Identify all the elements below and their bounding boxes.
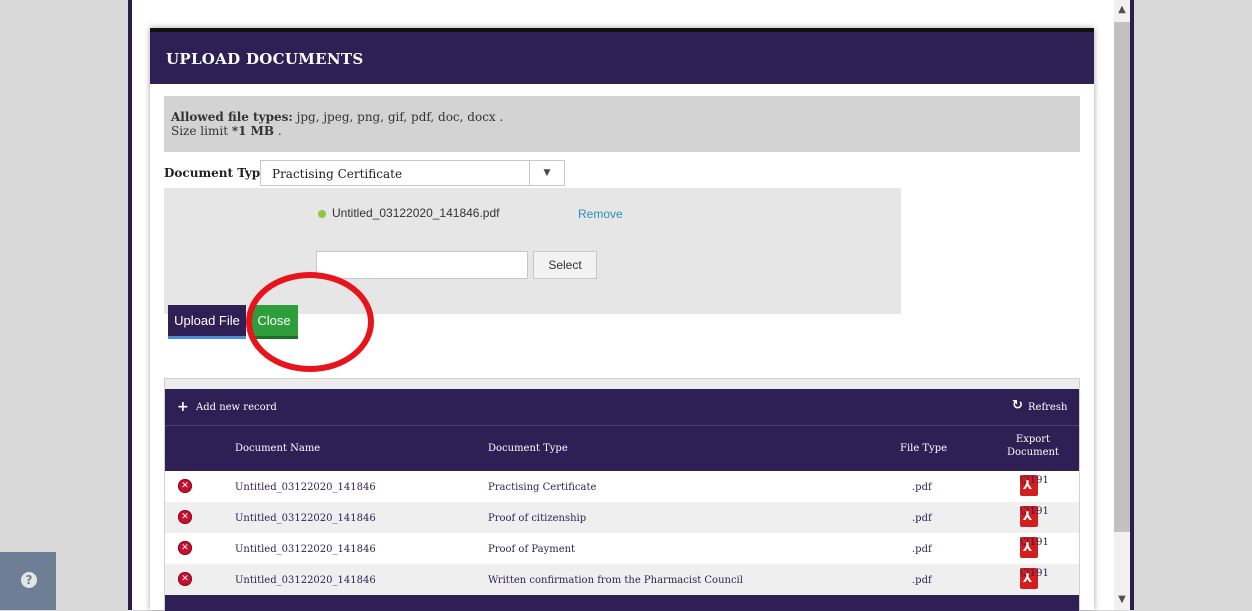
pdf-export-icon[interactable]: ⅄ xyxy=(1020,537,1038,558)
size-limit-suffix: . xyxy=(274,124,282,138)
allowed-file-info: Allowed file types: jpg, jpeg, png, gif,… xyxy=(164,96,1080,152)
upload-file-button[interactable]: Upload File xyxy=(168,305,246,339)
page-background-right xyxy=(1134,0,1252,610)
modal-title: UPLOAD DOCUMENTS xyxy=(166,50,364,68)
allowed-file-types: Allowed file types: jpg, jpeg, png, gif,… xyxy=(171,110,503,124)
page-background-left xyxy=(0,0,128,610)
refresh-icon[interactable]: ↻ xyxy=(1012,398,1023,413)
select-file-button[interactable]: Select xyxy=(533,251,597,279)
delete-x-icon[interactable]: ✕ xyxy=(178,510,192,524)
uploaded-file-name: Untitled_03122020_141846.pdf xyxy=(332,206,500,220)
document-type-cell: Proof of citizenship xyxy=(488,513,587,524)
pdf-export-icon[interactable]: ⅄ xyxy=(1020,568,1038,589)
document-name-cell: Untitled_03122020_141846 xyxy=(235,482,376,493)
document-name-cell: Untitled_03122020_141846 xyxy=(235,513,376,524)
grid-footer xyxy=(165,595,1079,611)
scroll-up-arrow-icon[interactable]: ▲ xyxy=(1114,2,1130,18)
dropdown-arrow-icon[interactable]: ▼ xyxy=(529,161,564,185)
pdf-export-icon[interactable]: ⅄ xyxy=(1020,475,1038,496)
allowed-file-types-value: jpg, jpeg, png, gif, pdf, doc, docx . xyxy=(292,110,504,124)
upload-documents-modal: UPLOAD DOCUMENTS Allowed file types: jpg… xyxy=(150,28,1094,611)
column-header-file-type[interactable]: File Type xyxy=(900,443,947,454)
scrollbar-thumb[interactable] xyxy=(1114,22,1130,532)
table-row: ✕ Untitled_03122020_141846 Proof of Paym… xyxy=(165,533,1079,564)
export-header-line2: Document xyxy=(1007,447,1059,458)
document-type-selected: Practising Certificate xyxy=(272,167,403,181)
table-row: ✕ Untitled_03122020_141846 Practising Ce… xyxy=(165,471,1079,502)
document-name-cell: Untitled_03122020_141846 xyxy=(235,544,376,555)
file-type-cell: .pdf xyxy=(912,482,932,493)
pdf-export-icon[interactable]: ⅄ xyxy=(1020,506,1038,527)
document-type-cell: Proof of Payment xyxy=(488,544,576,555)
size-limit-prefix: Size limit xyxy=(171,124,232,138)
plus-icon[interactable]: + xyxy=(177,399,189,415)
table-row: ✕ Untitled_03122020_141846 Written confi… xyxy=(165,564,1079,595)
delete-x-icon[interactable]: ✕ xyxy=(178,541,192,555)
scroll-down-arrow-icon[interactable]: ▼ xyxy=(1114,592,1130,608)
help-button[interactable]: ? xyxy=(0,552,56,610)
file-type-cell: .pdf xyxy=(912,513,932,524)
column-header-document-type[interactable]: Document Type xyxy=(488,443,568,454)
pdf-glyph: ⅄ xyxy=(1023,571,1033,585)
document-type-label: Document Type xyxy=(164,166,268,180)
pdf-glyph: ⅄ xyxy=(1023,478,1033,492)
modal-header: UPLOAD DOCUMENTS xyxy=(150,32,1094,84)
file-type-cell: .pdf xyxy=(912,544,932,555)
document-name-cell: Untitled_03122020_141846 xyxy=(235,575,376,586)
refresh-button[interactable]: Refresh xyxy=(1028,402,1067,413)
document-type-dropdown[interactable]: Practising Certificate ▼ xyxy=(260,160,565,186)
add-new-record-button[interactable]: Add new record xyxy=(196,402,277,413)
table-row: ✕ Untitled_03122020_141846 Proof of citi… xyxy=(165,502,1079,533)
remove-file-link[interactable]: Remove xyxy=(578,207,623,221)
delete-x-icon[interactable]: ✕ xyxy=(178,572,192,586)
file-type-cell: .pdf xyxy=(912,575,932,586)
column-header-document-name[interactable]: Document Name xyxy=(235,443,320,454)
document-type-cell: Practising Certificate xyxy=(488,482,597,493)
question-circle-icon: ? xyxy=(21,572,37,588)
grid-header-row: Document Name Document Type File Type Ex… xyxy=(165,425,1079,471)
size-limit-value: *1 MB xyxy=(231,124,275,138)
grid-top-spacer xyxy=(165,379,1079,389)
pdf-glyph: ⅄ xyxy=(1023,509,1033,523)
allowed-file-types-label: Allowed file types: xyxy=(171,110,293,124)
file-path-input[interactable] xyxy=(316,251,528,279)
annotation-red-circle xyxy=(246,272,374,372)
pdf-glyph: ⅄ xyxy=(1023,540,1033,554)
size-limit: Size limit *1 MB . xyxy=(171,124,282,138)
delete-x-icon[interactable]: ✕ xyxy=(178,479,192,493)
document-type-cell: Written confirmation from the Pharmacist… xyxy=(488,575,743,586)
column-header-export-document: Export Document xyxy=(998,433,1068,459)
documents-grid: + Add new record ↻ Refresh Document Name… xyxy=(164,378,1080,611)
export-header-line1: Export xyxy=(1015,434,1051,445)
grid-toolbar: + Add new record ↻ Refresh xyxy=(165,389,1079,425)
green-dot-icon xyxy=(318,210,326,218)
